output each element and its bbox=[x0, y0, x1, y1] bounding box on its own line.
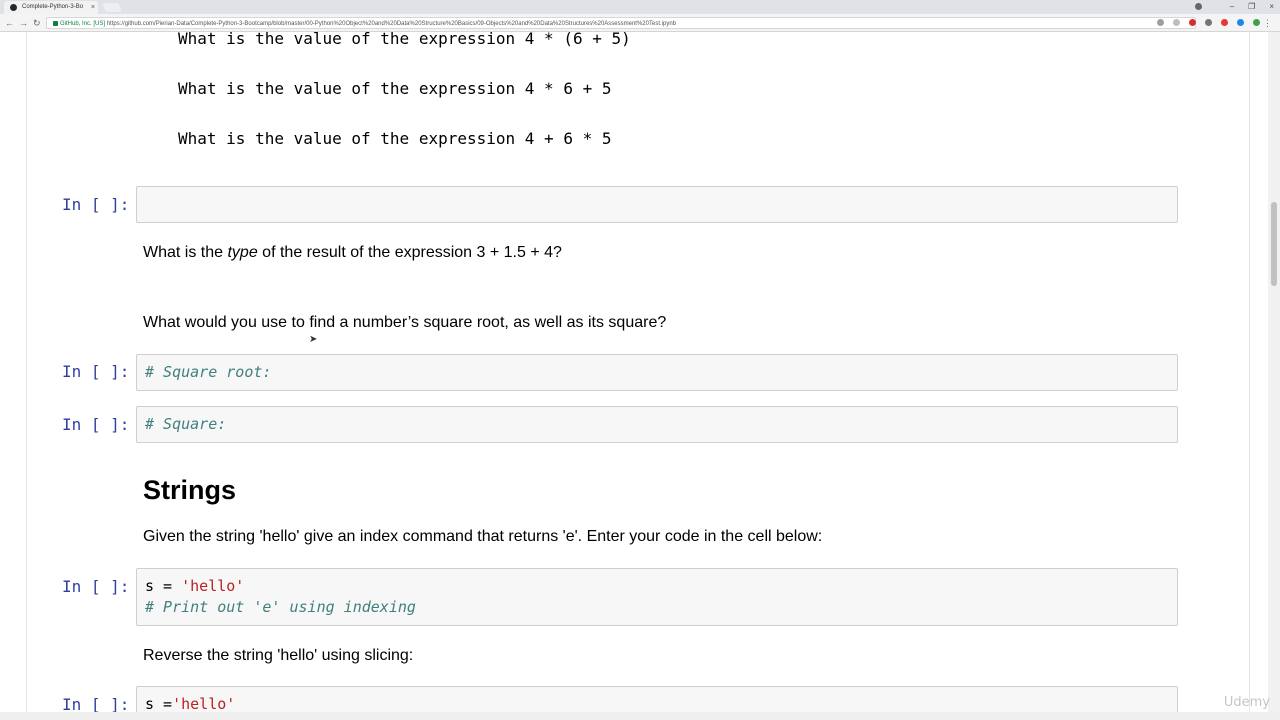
scroll-thumb[interactable] bbox=[1271, 202, 1277, 286]
type-question-text: of the result of the expression 3 + 1.5 … bbox=[257, 244, 562, 261]
code-string: 'hello' bbox=[172, 695, 236, 712]
reverse-question: Reverse the string 'hello' using slicing… bbox=[143, 647, 414, 664]
cell-prompt: In [ ]: bbox=[62, 195, 130, 214]
extension-icons bbox=[1157, 17, 1260, 26]
address-bar[interactable]: GitHub, Inc. [US] https://github.com/Pie… bbox=[46, 17, 1196, 29]
code-cell-hello[interactable]: s = 'hello' # Print out 'e' using indexi… bbox=[136, 568, 1178, 626]
minimize-button[interactable]: – bbox=[1230, 0, 1234, 14]
extension-green-icon[interactable] bbox=[1253, 19, 1260, 26]
expression-question: What is the value of the expression 4 * … bbox=[178, 79, 612, 98]
code-cell-empty[interactable] bbox=[136, 186, 1178, 223]
notebook-page: What is the value of the expression 4 * … bbox=[0, 32, 1280, 712]
new-tab-button[interactable] bbox=[102, 3, 122, 12]
extension-adblock-icon[interactable] bbox=[1221, 19, 1228, 26]
github-icon bbox=[10, 4, 17, 11]
zoom-icon[interactable] bbox=[1157, 19, 1164, 26]
tab-bar: Complete-Python-3-Bo × – ❐ × bbox=[0, 0, 1280, 14]
tab-close-icon[interactable]: × bbox=[91, 1, 95, 14]
forward-button[interactable]: → bbox=[19, 16, 28, 30]
code-cell-reverse[interactable]: s ='hello' bbox=[136, 686, 1178, 712]
expression-question: What is the value of the expression 4 * … bbox=[178, 32, 631, 48]
browser-toolbar: ← → ↻ GitHub, Inc. [US] https://github.c… bbox=[0, 14, 1280, 32]
expression-question: What is the value of the expression 4 + … bbox=[178, 129, 612, 148]
secure-label: GitHub, Inc. [US] bbox=[60, 21, 106, 27]
tab-title: Complete-Python-3-Bo bbox=[22, 4, 84, 10]
type-question-text: What is the bbox=[143, 244, 228, 261]
cell-prompt: In [ ]: bbox=[62, 695, 130, 712]
lock-icon bbox=[53, 20, 58, 26]
back-button[interactable]: ← bbox=[5, 16, 14, 30]
extension-red-icon[interactable] bbox=[1189, 19, 1196, 26]
code-comment: # Print out 'e' using indexing bbox=[145, 598, 416, 616]
sqrt-question: What would you use to find a number’s sq… bbox=[143, 314, 667, 331]
notebook-border bbox=[26, 32, 27, 712]
cell-prompt: In [ ]: bbox=[62, 415, 130, 434]
mouse-cursor-icon: ➤ bbox=[309, 334, 318, 345]
cell-prompt: In [ ]: bbox=[62, 577, 130, 596]
cell-prompt: In [ ]: bbox=[62, 362, 130, 381]
code-cell-square[interactable]: # Square: bbox=[136, 406, 1178, 443]
code-var: s = bbox=[145, 695, 173, 712]
bookmark-star-icon[interactable] bbox=[1173, 19, 1180, 26]
code-cell-square-root[interactable]: # Square root: bbox=[136, 354, 1178, 391]
maximize-button[interactable]: ❐ bbox=[1248, 0, 1255, 14]
browser-menu-icon[interactable]: ⋮ bbox=[1263, 16, 1272, 30]
profile-icon[interactable] bbox=[1195, 3, 1202, 10]
window-controls: – ❐ × bbox=[1195, 0, 1274, 14]
close-window-button[interactable]: × bbox=[1269, 0, 1274, 14]
code-var: s = bbox=[145, 577, 182, 595]
code-comment: # Square root: bbox=[145, 363, 272, 381]
code-comment: # Square: bbox=[145, 415, 227, 433]
udemy-watermark: Udemy bbox=[1223, 695, 1270, 710]
strings-index-question: Given the string 'hello' give an index c… bbox=[143, 528, 823, 545]
extension-blue-icon[interactable] bbox=[1237, 19, 1244, 26]
horizontal-scrollbar[interactable] bbox=[0, 712, 1280, 720]
code-line: s = 'hello' bbox=[145, 577, 244, 595]
vertical-scrollbar[interactable] bbox=[1268, 32, 1280, 712]
type-emphasis: type bbox=[227, 244, 258, 261]
reload-button[interactable]: ↻ bbox=[33, 16, 41, 30]
type-question: What is the type of the result of the ex… bbox=[143, 244, 562, 262]
notebook-border bbox=[1249, 32, 1250, 712]
strings-heading: Strings bbox=[143, 475, 237, 505]
code-string: 'hello' bbox=[181, 577, 245, 595]
code-line: s ='hello' bbox=[145, 695, 235, 712]
url-text: https://github.com/Pierian-Data/Complete… bbox=[106, 21, 676, 27]
browser-tab[interactable]: Complete-Python-3-Bo × bbox=[4, 1, 98, 14]
extension-gray-icon[interactable] bbox=[1205, 19, 1212, 26]
